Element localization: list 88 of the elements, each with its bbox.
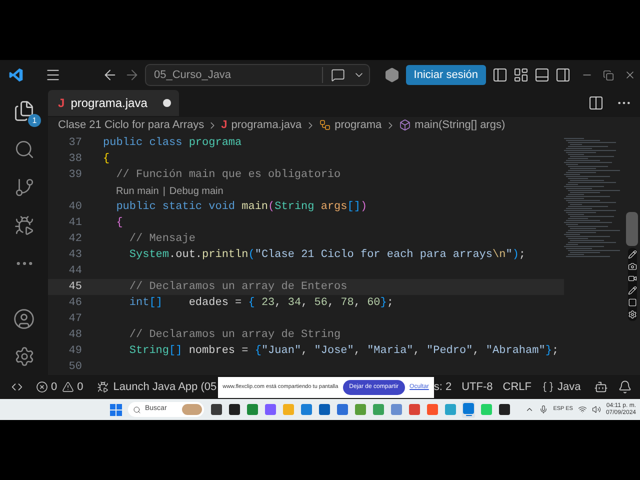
back-icon[interactable] <box>102 67 118 83</box>
layout-icon[interactable] <box>513 67 529 83</box>
pen-icon[interactable] <box>628 286 636 295</box>
line-number: 46 <box>68 296 82 311</box>
secondary-sidebar-icon[interactable] <box>555 67 571 83</box>
microphone-icon[interactable] <box>539 405 548 414</box>
close-icon[interactable] <box>624 69 636 81</box>
camera-icon[interactable] <box>628 262 636 271</box>
separator-text: | <box>162 184 166 198</box>
account-icon[interactable] <box>13 308 35 330</box>
source-control-icon[interactable] <box>14 177 34 198</box>
taskbar-app-icon[interactable] <box>498 401 511 418</box>
search-icon[interactable] <box>14 139 34 160</box>
video-icon[interactable] <box>628 274 636 283</box>
code-line: public static void main(String args[]) <box>115 200 368 215</box>
square-icon[interactable] <box>628 298 636 307</box>
code-line: public class programa <box>103 136 242 151</box>
bell-icon[interactable] <box>618 380 632 394</box>
line-number: 48 <box>68 328 82 343</box>
volume-icon[interactable] <box>592 405 601 414</box>
editor-logo-icon <box>8 67 24 83</box>
wifi-icon[interactable] <box>578 405 587 414</box>
cube-icon[interactable] <box>384 67 400 83</box>
scrollbar-thumb[interactable] <box>626 212 638 246</box>
method-symbol-icon <box>398 119 411 132</box>
code-line: String[] nombres = {"Juan", "Jose", "Maria", "Pedro", "Abraham"}; <box>128 344 559 359</box>
class-symbol-icon <box>318 119 331 132</box>
forward-icon[interactable] <box>124 67 140 83</box>
braces-icon <box>542 381 554 393</box>
code-line: // Mensaje <box>128 232 196 247</box>
run-link[interactable]: Run main <box>116 184 159 198</box>
restore-icon[interactable] <box>603 70 614 80</box>
breadcrumb-item[interactable]: Clase 21 Ciclo for para Arrays <box>58 117 204 134</box>
code-line: { <box>115 216 123 231</box>
breadcrumb-item[interactable]: programa <box>334 117 382 134</box>
line-number: 37 <box>68 136 82 151</box>
breadcrumb-item[interactable]: main(String[] args) <box>414 117 506 134</box>
search-field[interactable]: 05_Curso_Java <box>145 64 370 86</box>
java-file-icon: J <box>58 94 65 112</box>
code-line: // Declaramos un array de Enteros <box>128 280 348 295</box>
panel-toggle-icon[interactable] <box>534 67 550 83</box>
start-icon[interactable] <box>110 404 122 416</box>
split-editor-icon[interactable] <box>588 95 604 112</box>
line-number: 49 <box>68 344 82 359</box>
chevron-up-icon[interactable] <box>525 405 534 414</box>
line-number: 40 <box>68 200 82 215</box>
code-line: int[] edades = { 23, 34, 56, 78, 60}; <box>128 296 394 311</box>
code-line: // Declaramos un array de String <box>128 328 341 343</box>
run-debug-icon[interactable] <box>14 215 34 236</box>
error-icon <box>36 381 48 393</box>
warning-icon <box>62 381 74 393</box>
line-ending-status[interactable]: CRLF <box>502 378 532 396</box>
pen-icon[interactable] <box>628 250 636 259</box>
line-number: 43 <box>68 248 82 263</box>
line-number: 50 <box>68 360 82 375</box>
menu-icon[interactable] <box>45 67 61 83</box>
line-number: 39 <box>68 168 82 183</box>
launch-config[interactable]: Launch Java App (05 <box>113 378 217 396</box>
taskbar-app-icon[interactable] <box>210 401 223 418</box>
line-number: 41 <box>68 216 82 231</box>
code-line: System.out.println("Clase 21 Ciclo for each para arrays\n"); <box>128 248 526 263</box>
line-number: 47 <box>68 312 82 327</box>
search-icon <box>133 406 141 414</box>
explorer-icon[interactable] <box>13 100 35 122</box>
sign-in-button[interactable]: Iniciar sesión <box>406 65 486 85</box>
code-line: { <box>103 152 110 167</box>
line-number: 44 <box>68 264 82 279</box>
code-line: // Función main que es obligatorio <box>115 168 341 183</box>
breadcrumb-item[interactable]: programa.java <box>231 117 302 134</box>
indentation-status[interactable]: s: 2 <box>434 378 452 396</box>
editor-tab[interactable]: J programa.java <box>48 90 180 116</box>
sidebar-toggle-icon[interactable] <box>492 67 508 83</box>
chat-icon[interactable] <box>331 68 345 82</box>
line-number: 38 <box>68 152 82 167</box>
settings-icon[interactable] <box>628 310 636 319</box>
language-status[interactable]: Java <box>558 378 581 396</box>
debug-link[interactable]: Debug main <box>169 184 224 198</box>
error-count[interactable]: 0 <box>51 378 58 396</box>
line-number: 45 <box>68 280 82 295</box>
photo-placeholder <box>182 404 202 415</box>
run-debug-icon <box>97 381 110 393</box>
line-number: 42 <box>68 232 82 247</box>
robot-icon[interactable] <box>594 380 608 394</box>
notification-badge: 1 <box>28 114 41 127</box>
java-file-icon: J <box>221 117 228 134</box>
warning-count[interactable]: 0 <box>77 378 84 396</box>
encoding-status[interactable]: UTF-8 <box>462 378 493 396</box>
taskbar-app-icon[interactable] <box>228 401 241 418</box>
